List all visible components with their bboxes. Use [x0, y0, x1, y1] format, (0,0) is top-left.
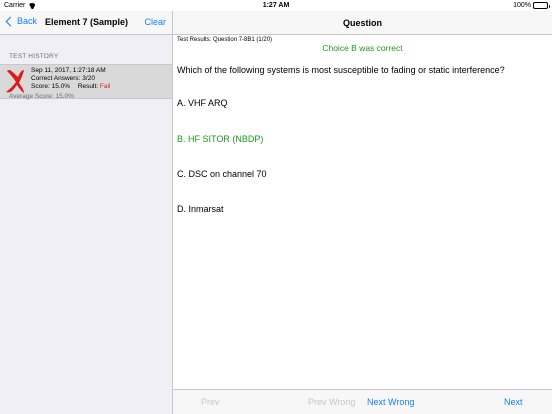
status-right: 100%	[513, 2, 550, 9]
choice-d[interactable]: D. Inmarsat	[177, 204, 224, 214]
chevron-left-icon	[5, 16, 16, 26]
choice-a[interactable]: A. VHF ARQ	[177, 98, 228, 108]
history-score-line: Score: 15.0% Result: Fail	[31, 83, 110, 91]
left-nav-bar: Back Element 7 (Sample) Clear	[0, 11, 172, 35]
history-row-text: Sep 11, 2017, 1:27:18 AM Correct Answers…	[31, 67, 110, 91]
back-label: Back	[17, 16, 38, 26]
average-score: Average Score: 15.0%	[9, 93, 74, 100]
back-button[interactable]: Back	[5, 16, 37, 26]
right-nav-bar: Question	[173, 11, 552, 35]
history-result-label: Result:	[77, 83, 99, 90]
battery-icon	[533, 2, 550, 9]
prev-button[interactable]: Prev	[201, 397, 220, 407]
answer-feedback: Choice B was correct	[322, 43, 403, 53]
battery-percent: 100%	[513, 2, 531, 9]
prev-wrong-button[interactable]: Prev Wrong	[308, 397, 355, 407]
question-pane: Question Test Results: Question 7-8B1 (1…	[173, 11, 552, 414]
history-result-value: Fail	[99, 83, 111, 90]
section-header: TEST HISTORY	[9, 53, 59, 60]
history-correct-answers: Correct Answers: 3/20	[31, 75, 95, 82]
question-text: Which of the following systems is most s…	[177, 65, 505, 75]
next-button[interactable]: Next	[504, 397, 523, 407]
history-score: Score: 15.0%	[31, 83, 71, 90]
question-nav-title: Question	[342, 18, 382, 28]
choice-b[interactable]: B. HF SITOR (NBDP)	[177, 134, 263, 144]
clear-button[interactable]: Clear	[144, 17, 166, 27]
bottom-toolbar: Prev Prev Wrong Next Wrong Next	[173, 389, 552, 414]
status-bar: Carrier 1:27 AM 100%	[0, 0, 552, 11]
left-nav-title: Element 7 (Sample)	[45, 17, 129, 27]
fail-x-icon	[6, 70, 24, 93]
choice-c[interactable]: C. DSC on channel 70	[177, 169, 267, 179]
status-time: 1:27 AM	[262, 2, 290, 9]
test-history-pane: Back Element 7 (Sample) Clear TEST HISTO…	[0, 11, 173, 414]
history-date: Sep 11, 2017, 1:27:18 AM	[31, 67, 106, 74]
next-wrong-button[interactable]: Next Wrong	[367, 397, 414, 407]
